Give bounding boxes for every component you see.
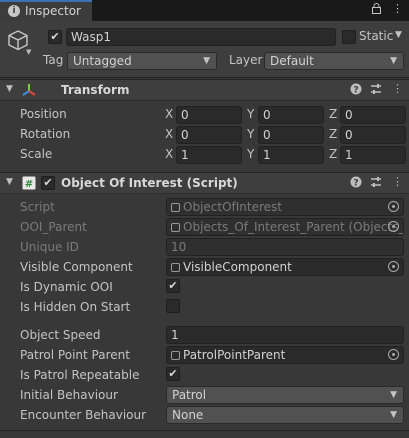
- transform-icon: [21, 82, 37, 101]
- layer-dropdown[interactable]: Default ▼: [264, 52, 404, 70]
- rotation-z-input[interactable]: 0: [340, 126, 406, 144]
- encounter-behaviour-label: Encounter Behaviour: [20, 408, 147, 422]
- axis-z-label: Z: [329, 107, 338, 121]
- component-enabled-checkbox[interactable]: ✔: [41, 176, 55, 190]
- scale-x-input[interactable]: 1: [176, 146, 242, 164]
- ooi-parent-field: Objects_Of_Interest_Parent (Objects_: [166, 218, 404, 236]
- script-label: Script: [20, 200, 55, 214]
- tag-dropdown[interactable]: Untagged ▼: [67, 52, 217, 70]
- static-checkbox[interactable]: [342, 30, 356, 44]
- object-header: ▼ ✔ Wasp1 Static ▼ Tag Untagged ▼ Layer …: [0, 21, 409, 78]
- axis-x-label: X: [165, 107, 174, 121]
- fold-arrow-icon[interactable]: ▼: [6, 84, 13, 94]
- tag-value: Untagged: [73, 54, 132, 68]
- help-icon[interactable]: ?: [350, 83, 362, 98]
- axis-y-label: Y: [247, 107, 255, 121]
- layer-value: Default: [270, 54, 314, 68]
- svg-text:#: #: [25, 179, 33, 190]
- patrol-parent-value: PatrolPointParent: [183, 348, 286, 362]
- object-picker-icon: [388, 201, 399, 212]
- unique-id-field: 10: [166, 238, 404, 256]
- scale-y-input[interactable]: 1: [258, 146, 324, 164]
- tab-menu-icon[interactable]: ⋮: [392, 2, 403, 15]
- axis-x-label: X: [165, 147, 174, 161]
- is-hidden-checkbox[interactable]: [166, 299, 180, 313]
- encounter-behaviour-dropdown[interactable]: None ▼: [166, 406, 404, 424]
- object-picker-icon[interactable]: [388, 349, 399, 360]
- component-menu-icon[interactable]: ⋮: [392, 175, 403, 188]
- unique-id-label: Unique ID: [20, 240, 79, 254]
- rotation-y-input[interactable]: 0: [258, 126, 324, 144]
- position-x-input[interactable]: 0: [176, 106, 242, 124]
- encounter-behaviour-value: None: [172, 408, 204, 422]
- patrol-parent-label: Patrol Point Parent: [20, 348, 130, 362]
- visible-component-field[interactable]: VisibleComponent: [166, 258, 404, 276]
- presets-icon[interactable]: [370, 176, 382, 191]
- help-icon[interactable]: ?: [350, 176, 362, 191]
- static-label: Static: [359, 29, 394, 43]
- initial-behaviour-value: Patrol: [172, 388, 207, 402]
- scale-label: Scale: [20, 147, 53, 161]
- object-name-input[interactable]: Wasp1: [66, 28, 336, 46]
- chevron-down-icon: ▼: [390, 56, 397, 66]
- ooi-parent-label: OOI_Parent: [20, 220, 87, 234]
- chevron-down-icon: ▼: [390, 390, 397, 400]
- script-field: ObjectOfInterest: [166, 198, 404, 216]
- script-component-title: Object Of Interest (Script): [61, 176, 238, 190]
- svg-text:?: ?: [353, 179, 358, 189]
- script-value: ObjectOfInterest: [183, 200, 282, 214]
- axis-y-label: Y: [247, 147, 255, 161]
- tag-label: Tag: [43, 53, 64, 67]
- fold-arrow-icon[interactable]: ▼: [6, 177, 13, 187]
- position-y-input[interactable]: 0: [258, 106, 324, 124]
- position-z-input[interactable]: 0: [340, 106, 406, 124]
- visible-component-label: Visible Component: [20, 260, 133, 274]
- patrol-repeatable-label: Is Patrol Repeatable: [20, 368, 140, 382]
- lock-icon[interactable]: [372, 3, 381, 17]
- is-dynamic-label: Is Dynamic OOI: [20, 280, 113, 294]
- position-label: Position: [20, 107, 67, 121]
- transform-title: Transform: [61, 83, 130, 97]
- active-checkbox[interactable]: ✔: [48, 30, 62, 44]
- layer-label: Layer: [229, 53, 263, 67]
- is-hidden-label: Is Hidden On Start: [20, 300, 131, 314]
- axis-y-label: Y: [247, 127, 255, 141]
- icon-dropdown-icon[interactable]: ▼: [26, 48, 31, 56]
- object-picker-icon: [388, 221, 399, 232]
- visible-component-value: VisibleComponent: [183, 260, 292, 274]
- script-asset-icon: [171, 203, 180, 212]
- ooi-parent-value: Objects_Of_Interest_Parent (Objects_: [183, 220, 404, 234]
- patrol-parent-field[interactable]: PatrolPointParent: [166, 346, 404, 364]
- component-menu-icon[interactable]: ⋮: [392, 82, 403, 95]
- tab-label: Inspector: [25, 4, 81, 18]
- presets-icon[interactable]: [370, 83, 382, 98]
- object-speed-input[interactable]: 1: [166, 326, 404, 344]
- axis-z-label: Z: [329, 147, 338, 161]
- rotation-label: Rotation: [20, 127, 71, 141]
- patrol-repeatable-checkbox[interactable]: ✔: [166, 367, 180, 381]
- object-reference-icon: [171, 223, 180, 232]
- chevron-down-icon: ▼: [390, 410, 397, 420]
- scale-z-input[interactable]: 1: [340, 146, 406, 164]
- initial-behaviour-label: Initial Behaviour: [20, 388, 118, 402]
- axis-x-label: X: [165, 127, 174, 141]
- is-dynamic-checkbox[interactable]: ✔: [166, 279, 180, 293]
- info-icon: i: [8, 5, 20, 17]
- object-reference-icon: [171, 263, 180, 272]
- axis-z-label: Z: [329, 127, 338, 141]
- static-dropdown-icon[interactable]: ▼: [395, 30, 402, 40]
- script-icon: #: [22, 176, 36, 193]
- component-divider: [0, 430, 409, 431]
- initial-behaviour-dropdown[interactable]: Patrol ▼: [166, 386, 404, 404]
- object-speed-label: Object Speed: [20, 328, 101, 342]
- tab-inspector[interactable]: i Inspector: [0, 0, 92, 21]
- transform-header[interactable]: ▼ Transform ? ⋮: [0, 79, 409, 101]
- chevron-down-icon: ▼: [203, 56, 210, 66]
- script-component-header[interactable]: ▼ # ✔ Object Of Interest (Script) ? ⋮: [0, 172, 409, 194]
- rotation-x-input[interactable]: 0: [176, 126, 242, 144]
- svg-text:?: ?: [353, 86, 358, 96]
- object-picker-icon[interactable]: [388, 261, 399, 272]
- object-reference-icon: [171, 351, 180, 360]
